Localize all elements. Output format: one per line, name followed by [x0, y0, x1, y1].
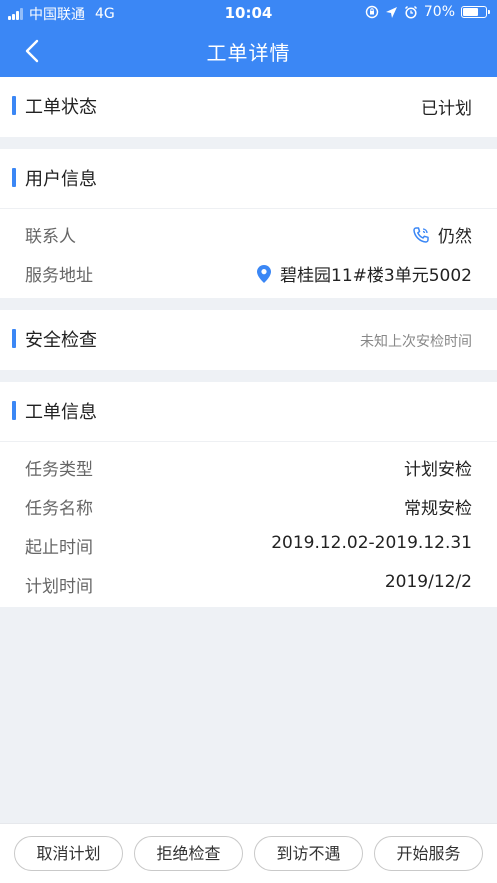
- task-name-value: 常规安检: [404, 499, 472, 519]
- section-accent-bar: [12, 96, 16, 115]
- task-name-row: 任务名称 常规安检: [0, 486, 497, 525]
- address-label: 服务地址: [25, 266, 93, 286]
- order-info-header: 工单信息: [0, 382, 497, 442]
- section-accent-bar: [12, 329, 16, 348]
- contact-label: 联系人: [25, 227, 76, 247]
- not-met-button[interactable]: 到访不遇: [254, 836, 363, 871]
- address-row[interactable]: 服务地址 碧桂园11#楼3单元5002: [0, 253, 497, 292]
- order-status-card: 工单状态 已计划: [0, 77, 497, 137]
- period-row: 起止时间 2019.12.02-2019.12.31: [0, 525, 497, 564]
- task-name-label: 任务名称: [25, 499, 93, 519]
- user-info-title: 用户信息: [25, 169, 97, 190]
- plan-time-label: 计划时间: [25, 577, 93, 597]
- nav-bar: 工单详情: [0, 24, 497, 77]
- task-type-value: 计划安检: [404, 460, 472, 480]
- plan-time-value: 2019/12/2: [384, 572, 472, 592]
- plan-time-row: 计划时间 2019/12/2: [0, 564, 497, 603]
- order-info-title: 工单信息: [25, 402, 97, 423]
- period-value: 2019.12.02-2019.12.31: [271, 533, 472, 553]
- battery-percent: 70%: [423, 4, 455, 20]
- address-value: 碧桂园11#楼3单元5002: [280, 266, 472, 286]
- user-info-card: 用户信息 联系人 仍然 服务地址 碧桂园11#楼3单元5002: [0, 149, 497, 298]
- action-bar: 取消计划 拒绝检查 到访不遇 开始服务: [0, 823, 497, 883]
- status-bar: 中国联通 4G 10:04 70%: [0, 0, 497, 24]
- battery-icon: [461, 6, 490, 18]
- user-info-header: 用户信息: [0, 149, 497, 209]
- order-status-value: 已计划: [421, 99, 472, 119]
- safety-check-card[interactable]: 安全检查 未知上次安检时间: [0, 310, 497, 370]
- location-pin-icon: [257, 264, 272, 283]
- page-title: 工单详情: [206, 41, 291, 65]
- location-arrow-icon: [385, 6, 397, 18]
- safety-check-hint: 未知上次安检时间: [360, 334, 472, 350]
- top-bar: 中国联通 4G 10:04 70% 工单详情: [0, 0, 497, 77]
- refuse-check-button[interactable]: 拒绝检查: [134, 836, 243, 871]
- contact-row[interactable]: 联系人 仍然: [0, 214, 497, 253]
- cancel-plan-button[interactable]: 取消计划: [14, 836, 123, 871]
- section-accent-bar: [12, 168, 16, 187]
- safety-check-title: 安全检查: [25, 330, 97, 351]
- rotation-lock-icon: [365, 5, 379, 19]
- order-status-header: 工单状态 已计划: [0, 77, 497, 137]
- contact-value: 仍然: [438, 227, 472, 247]
- alarm-icon: [404, 5, 417, 19]
- task-type-label: 任务类型: [25, 460, 93, 480]
- period-label: 起止时间: [25, 538, 93, 558]
- safety-check-header: 安全检查 未知上次安检时间: [0, 310, 497, 370]
- section-accent-bar: [12, 401, 16, 420]
- start-service-button[interactable]: 开始服务: [374, 836, 483, 871]
- order-status-title: 工单状态: [25, 97, 97, 118]
- task-type-row: 任务类型 计划安检: [0, 447, 497, 486]
- order-info-card: 工单信息 任务类型 计划安检 任务名称 常规安检 起止时间 2019.12.02…: [0, 382, 497, 607]
- phone-icon[interactable]: [412, 226, 430, 244]
